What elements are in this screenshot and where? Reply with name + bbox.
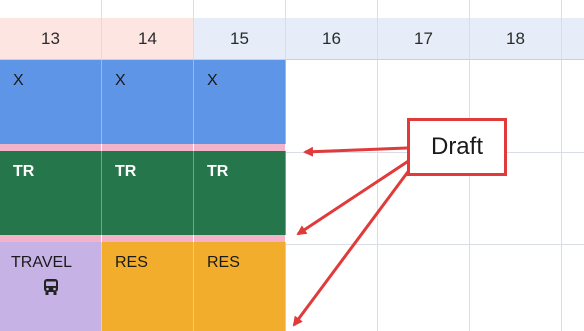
day-header-partial <box>562 18 584 60</box>
day-header-13[interactable]: 13 <box>0 18 102 60</box>
cell-label: X <box>207 72 218 89</box>
draft-callout: Draft <box>407 118 507 176</box>
cell-label: TR <box>207 163 229 180</box>
draft-strip[interactable] <box>194 144 286 151</box>
schedule-cell-travel[interactable]: TRAVEL <box>0 242 102 331</box>
draft-strip[interactable] <box>194 235 286 242</box>
day-header-17[interactable]: 17 <box>378 18 470 60</box>
schedule-cell-x[interactable]: X <box>194 60 286 144</box>
schedule-cell-res[interactable]: RES <box>194 242 286 331</box>
bus-icon <box>44 279 58 295</box>
draft-strip[interactable] <box>102 144 194 151</box>
cell-label: RES <box>115 254 148 271</box>
callout-label: Draft <box>430 133 483 160</box>
cell-label: RES <box>207 254 240 271</box>
schedule-cell-tr[interactable]: TR <box>0 151 102 235</box>
cell-label: TR <box>13 163 35 180</box>
schedule-cell-res[interactable]: RES <box>102 242 194 331</box>
day-header-15[interactable]: 15 <box>194 18 286 60</box>
day-header-16[interactable]: 16 <box>286 18 378 60</box>
schedule-cell-x[interactable]: X <box>0 60 102 144</box>
draft-strip[interactable] <box>0 235 102 242</box>
draft-strip[interactable] <box>102 235 194 242</box>
cell-label: X <box>13 72 24 89</box>
day-header-18[interactable]: 18 <box>470 18 562 60</box>
schedule-cell-tr[interactable]: TR <box>102 151 194 235</box>
day-header-14[interactable]: 14 <box>102 18 194 60</box>
cell-label: X <box>115 72 126 89</box>
draft-strip[interactable] <box>0 144 102 151</box>
cell-label: TRAVEL <box>11 254 73 271</box>
row-divider <box>286 244 584 245</box>
cell-label: TR <box>115 163 137 180</box>
schedule-cell-x[interactable]: X <box>102 60 194 144</box>
schedule-cell-tr[interactable]: TR <box>194 151 286 235</box>
